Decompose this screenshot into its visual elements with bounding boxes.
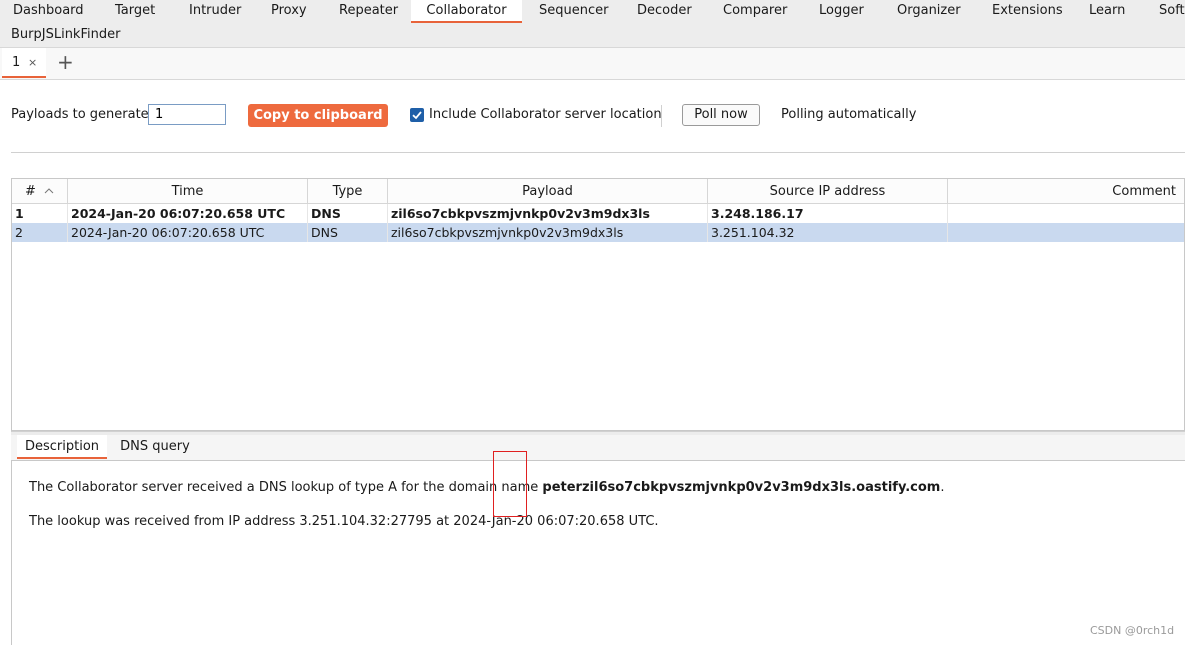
cell-type: DNS: [308, 204, 388, 223]
include-location-checkbox[interactable]: [410, 108, 424, 122]
cell-payload: zil6so7cbkpvszmjvnkp0v2v3m9dx3ls: [388, 223, 708, 242]
tab-dashboard[interactable]: Dashboard: [13, 0, 84, 22]
checkmark-icon: [412, 111, 422, 120]
tab-burpjslinkfinder[interactable]: BurpJSLinkFinder: [11, 25, 120, 45]
column-header-time[interactable]: Time: [68, 179, 308, 204]
column-header-number-label: #: [24, 184, 36, 199]
tab-organizer[interactable]: Organizer: [897, 0, 961, 22]
cell-number: 1: [12, 204, 68, 223]
cell-source-ip: 3.251.104.32: [708, 223, 948, 242]
cell-payload: zil6so7cbkpvszmjvnkp0v2v3m9dx3ls: [388, 204, 708, 223]
description-period: .: [940, 480, 945, 495]
tab-collaborator[interactable]: Collaborator: [411, 0, 522, 23]
main-tab-bar: Dashboard Target Intruder Proxy Repeater…: [0, 0, 1185, 47]
tab-logger[interactable]: Logger: [819, 0, 864, 22]
column-header-source-ip[interactable]: Source IP address: [708, 179, 948, 204]
tab-repeater[interactable]: Repeater: [339, 0, 398, 22]
highlight-annotation-box: [493, 451, 527, 517]
payloads-count-input[interactable]: [148, 104, 226, 125]
lookup-domain: peterzil6so7cbkpvszmjvnkp0v2v3m9dx3ls.oa…: [542, 480, 941, 495]
close-icon[interactable]: ×: [28, 56, 37, 69]
tab-extensions[interactable]: Extensions: [992, 0, 1063, 22]
cell-comment[interactable]: [948, 204, 1184, 223]
table-row[interactable]: 1 2024-Jan-20 06:07:20.658 UTC DNS zil6s…: [12, 204, 1184, 223]
tab-learn[interactable]: Learn: [1089, 0, 1125, 22]
cell-source-ip: 3.248.186.17: [708, 204, 948, 223]
watermark: CSDN @0rch1d: [1090, 624, 1175, 637]
cell-type: DNS: [308, 223, 388, 242]
interactions-table: # Time Type Payload Source IP address Co…: [11, 178, 1185, 431]
tab-software[interactable]: Softw: [1159, 0, 1185, 22]
sort-ascending-icon: [44, 188, 54, 194]
detail-tab-bar: Description DNS query: [11, 435, 1185, 460]
instance-tab-1[interactable]: 1 ×: [2, 48, 46, 78]
column-header-comment[interactable]: Comment: [948, 179, 1184, 204]
tab-proxy[interactable]: Proxy: [271, 0, 307, 22]
collaborator-instance-tabs: 1 × +: [0, 47, 1185, 80]
payloads-label: Payloads to generate:: [11, 107, 154, 122]
cell-time: 2024-Jan-20 06:07:20.658 UTC: [68, 223, 308, 242]
description-text: The Collaborator server received a DNS l…: [29, 480, 543, 495]
instance-tab-label: 1: [12, 55, 21, 70]
description-panel: The Collaborator server received a DNS l…: [11, 460, 1185, 645]
table-row-selected[interactable]: 2 2024-Jan-20 06:07:20.658 UTC DNS zil6s…: [12, 223, 1184, 242]
cell-number: 2: [12, 223, 68, 242]
tab-dns-query[interactable]: DNS query: [115, 435, 195, 459]
description-line-1: The Collaborator server received a DNS l…: [29, 480, 945, 495]
description-line-2: The lookup was received from IP address …: [29, 514, 659, 529]
tab-target[interactable]: Target: [115, 0, 155, 22]
cell-time: 2024-Jan-20 06:07:20.658 UTC: [68, 204, 308, 223]
tab-decoder[interactable]: Decoder: [637, 0, 692, 22]
column-header-number[interactable]: #: [12, 179, 68, 204]
tab-intruder[interactable]: Intruder: [189, 0, 241, 22]
include-location-label: Include Collaborator server location: [429, 107, 662, 122]
column-header-type[interactable]: Type: [308, 179, 388, 204]
toolbar-divider: [661, 105, 662, 127]
tab-sequencer[interactable]: Sequencer: [539, 0, 608, 22]
toolbar-separator: [11, 152, 1185, 153]
add-tab-icon[interactable]: +: [57, 51, 74, 73]
poll-now-button[interactable]: Poll now: [682, 104, 760, 126]
column-header-payload[interactable]: Payload: [388, 179, 708, 204]
tab-description[interactable]: Description: [17, 435, 107, 459]
cell-comment[interactable]: [948, 223, 1184, 242]
tab-comparer[interactable]: Comparer: [723, 0, 787, 22]
copy-to-clipboard-button[interactable]: Copy to clipboard: [248, 104, 388, 127]
polling-status: Polling automatically: [781, 107, 917, 122]
